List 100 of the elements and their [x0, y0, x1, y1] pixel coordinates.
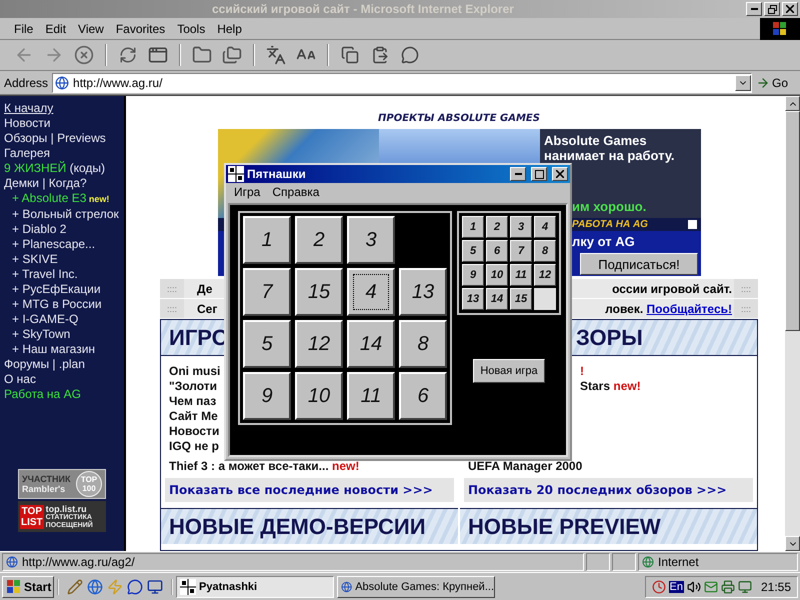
new-game-button[interactable]: Новая игра: [473, 359, 545, 383]
sidebar-link[interactable]: О нас: [4, 372, 120, 387]
puzzle-tile[interactable]: 3: [347, 216, 395, 264]
scroll-down-button[interactable]: [785, 536, 800, 551]
close-icon: [786, 5, 794, 13]
sidebar-link[interactable]: Галерея: [4, 146, 120, 161]
sidebar-link[interactable]: + Вольный стрелок: [4, 207, 120, 222]
chat-link[interactable]: Пообщайтесь!: [646, 302, 732, 316]
news-link[interactable]: Oni musi: [169, 364, 220, 379]
news-link[interactable]: Чем паз: [169, 394, 216, 409]
maximize-button[interactable]: [531, 167, 547, 181]
subscribe-button[interactable]: Подписаться!: [580, 253, 698, 275]
sidebar-link[interactable]: + Diablo 2: [4, 222, 120, 237]
sidebar-link[interactable]: + SKIVE: [4, 252, 120, 267]
go-button[interactable]: Go: [756, 72, 796, 92]
sidebar-link[interactable]: 9 ЖИЗНЕЙ (коды): [4, 161, 120, 176]
taskbar-button[interactable]: Absolute Games: Крупней...: [337, 576, 495, 598]
news-link[interactable]: UEFA Manager 2000: [468, 459, 582, 474]
panel-title: НОВЫЕ PREVIEW: [468, 514, 661, 540]
page-icon: [6, 556, 18, 568]
monitor-icon[interactable]: [738, 580, 752, 594]
news-link[interactable]: Новости: [169, 424, 220, 439]
menu-item[interactable]: File: [8, 22, 40, 36]
news-link[interactable]: IGQ не р: [169, 439, 219, 454]
puzzle-tile[interactable]: 12: [295, 320, 343, 368]
scroll-thumb[interactable]: [785, 111, 800, 331]
rambler-counter-badge[interactable]: УЧАСТНИК Rambler's TOP 100: [18, 469, 106, 499]
taskbar-button[interactable]: Pyatnashki: [176, 576, 334, 598]
monitor-icon[interactable]: [147, 578, 163, 594]
menu-item[interactable]: Help: [211, 22, 248, 36]
sidebar-link[interactable]: Новости: [4, 116, 120, 131]
sidebar-link[interactable]: К началу: [4, 101, 120, 116]
puzzle-tile[interactable]: 7: [243, 268, 291, 316]
start-button[interactable]: Start: [2, 576, 54, 598]
arrow-right-icon: [756, 76, 770, 90]
target-tile: 11: [510, 264, 532, 286]
sidebar-link[interactable]: + Planescape...: [4, 237, 120, 252]
sidebar-link[interactable]: + Travel Inc.: [4, 267, 120, 282]
badge-caption: Rambler's: [22, 484, 66, 494]
translate-button[interactable]: [264, 43, 288, 67]
pencil-icon[interactable]: [67, 578, 83, 594]
dots-marker: ::::: [160, 299, 184, 318]
windows-logo-icon: [760, 18, 800, 40]
puzzle-tile[interactable]: 1: [243, 216, 291, 264]
volume-icon[interactable]: [686, 580, 701, 594]
sidebar-link[interactable]: + SkyTown: [4, 327, 120, 342]
target-tile: 6: [486, 240, 508, 262]
scroll-up-button[interactable]: [785, 96, 800, 111]
minimize-button[interactable]: [510, 167, 526, 181]
restore-button[interactable]: [764, 2, 780, 16]
chat-bubble-icon[interactable]: [127, 578, 143, 594]
copy-icon: [341, 46, 359, 64]
sidebar-link[interactable]: Форумы | .plan: [4, 357, 120, 372]
close-button[interactable]: [782, 2, 798, 16]
puzzle-tile[interactable]: 13: [399, 268, 447, 316]
printer-icon[interactable]: [720, 580, 735, 594]
address-field[interactable]: http://www.ag.ru/: [52, 72, 752, 92]
sidebar-link[interactable]: + I-GAME-Q: [4, 312, 120, 327]
target-tile: 9: [462, 264, 484, 286]
language-indicator[interactable]: En: [668, 580, 684, 592]
target-tile: 8: [534, 240, 556, 262]
sidebar-link[interactable]: Обзоры | Previews: [4, 131, 120, 146]
folders-icon: [222, 45, 242, 65]
section-heading: ПРОЕКТЫ ABSOLUTE GAMES: [377, 113, 541, 125]
puzzle-tile[interactable]: 8: [399, 320, 447, 368]
sidebar-link[interactable]: + Наш магазин: [4, 342, 120, 357]
sidebar-link[interactable]: + РусЕфЕкации: [4, 282, 120, 297]
puzzle-tile[interactable]: 11: [347, 372, 395, 420]
sidebar-link[interactable]: + Absolute E3 new!: [4, 191, 120, 207]
puzzle-tile[interactable]: 2: [295, 216, 343, 264]
target-tile: 3: [510, 216, 532, 238]
menu-item[interactable]: View: [72, 22, 110, 36]
news-link[interactable]: Stars new!: [580, 379, 641, 394]
news-link[interactable]: Сайт Ме: [169, 409, 218, 424]
close-button[interactable]: [552, 167, 568, 181]
puzzle-tile[interactable]: 4: [347, 268, 395, 316]
puzzle-tile[interactable]: 9: [243, 372, 291, 420]
sidebar-link[interactable]: + MTG в России: [4, 297, 120, 312]
puzzle-tile[interactable]: 15: [295, 268, 343, 316]
news-link[interactable]: Thief 3 : а может все-таки... new!: [169, 459, 360, 474]
menu-item[interactable]: Tools: [171, 22, 212, 36]
menu-item[interactable]: Справка: [266, 185, 326, 199]
minimize-button[interactable]: [746, 2, 762, 16]
sidebar-link[interactable]: Демки | Когда?: [4, 176, 120, 191]
dropdown-button[interactable]: [735, 74, 751, 90]
sidebar-link[interactable]: Работа на AG: [4, 387, 120, 402]
news-link[interactable]: "Золоти: [169, 379, 217, 394]
puzzle-tile[interactable]: 10: [295, 372, 343, 420]
puzzle-tile[interactable]: 14: [347, 320, 395, 368]
browser-icon[interactable]: [87, 578, 103, 594]
stop-button[interactable]: [72, 43, 96, 67]
puzzle-tile[interactable]: 6: [399, 372, 447, 420]
menu-item[interactable]: Edit: [39, 22, 72, 36]
clock-icon[interactable]: [652, 580, 666, 594]
menu-item[interactable]: Игра: [228, 185, 266, 199]
news-link[interactable]: !: [580, 364, 584, 379]
scrollbar[interactable]: [785, 96, 800, 551]
puzzle-tile[interactable]: 5: [243, 320, 291, 368]
menu-item[interactable]: Favorites: [110, 22, 172, 36]
target-tile: 5: [462, 240, 484, 262]
